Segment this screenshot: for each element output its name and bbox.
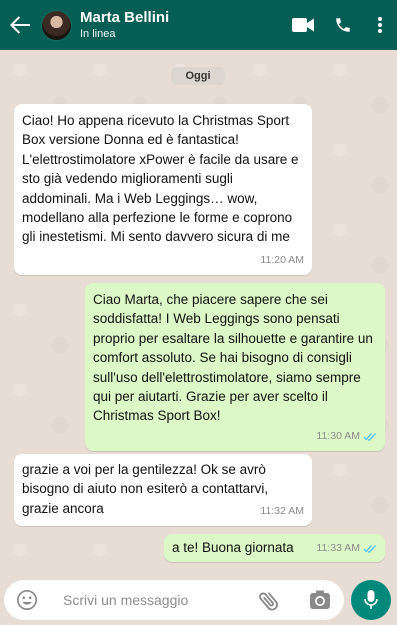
message-text: Ciao! Ho appena ricevuto la Christmas Sp… <box>22 113 299 245</box>
message-text: Ciao Marta, che piacere sapere che sei s… <box>93 292 373 424</box>
message-meta: 11:20 AM <box>260 251 304 270</box>
emoji-icon[interactable] <box>16 589 38 611</box>
chat-area[interactable]: Oggi Ciao! Ho appena ricevuto la Christm… <box>0 50 397 575</box>
voice-call-button[interactable] <box>323 0 363 50</box>
read-ticks-icon <box>363 544 377 553</box>
message-meta: 11:32 AM <box>260 502 304 521</box>
message-incoming[interactable]: Ciao! Ho appena ricevuto la Christmas Sp… <box>14 104 312 275</box>
header-actions <box>283 0 397 50</box>
message-input-box[interactable]: Scrivi un messaggio <box>4 580 344 620</box>
date-chip: Oggi <box>171 67 225 85</box>
attach-icon[interactable] <box>256 588 282 614</box>
chat-header: Marta Bellini In linea <box>0 0 397 50</box>
avatar[interactable] <box>41 9 72 41</box>
more-options-button[interactable] <box>363 0 397 50</box>
message-input-placeholder[interactable]: Scrivi un messaggio <box>63 592 188 608</box>
message-time: 11:33 AM <box>316 541 360 554</box>
message-time: 11:32 AM <box>260 504 304 517</box>
contact-info[interactable]: Marta Bellini In linea <box>80 10 283 40</box>
composer-bar: Scrivi un messaggio <box>0 575 397 625</box>
message-meta: 11:33 AM <box>316 539 377 558</box>
phone-icon <box>336 18 350 32</box>
message-time: 11:30 AM <box>316 429 360 442</box>
back-arrow-icon <box>10 16 30 34</box>
back-button[interactable] <box>2 0 38 50</box>
message-time: 11:20 AM <box>260 253 304 266</box>
camera-icon[interactable] <box>308 589 332 611</box>
message-outgoing[interactable]: a te! Buona giornata 11:33 AM <box>164 534 385 562</box>
mic-icon <box>364 590 378 609</box>
video-call-icon <box>292 18 314 32</box>
contact-status: In linea <box>80 28 116 40</box>
message-meta: 11:30 AM <box>316 427 377 446</box>
mic-button[interactable] <box>351 580 391 620</box>
message-incoming[interactable]: grazie a voi per la gentilezza! Ok se av… <box>14 454 312 526</box>
message-outgoing[interactable]: Ciao Marta, che piacere sapere che sei s… <box>85 283 385 451</box>
video-call-button[interactable] <box>283 0 323 50</box>
more-vert-icon <box>378 17 382 33</box>
contact-name: Marta Bellini <box>80 9 170 26</box>
read-ticks-icon <box>363 432 377 441</box>
